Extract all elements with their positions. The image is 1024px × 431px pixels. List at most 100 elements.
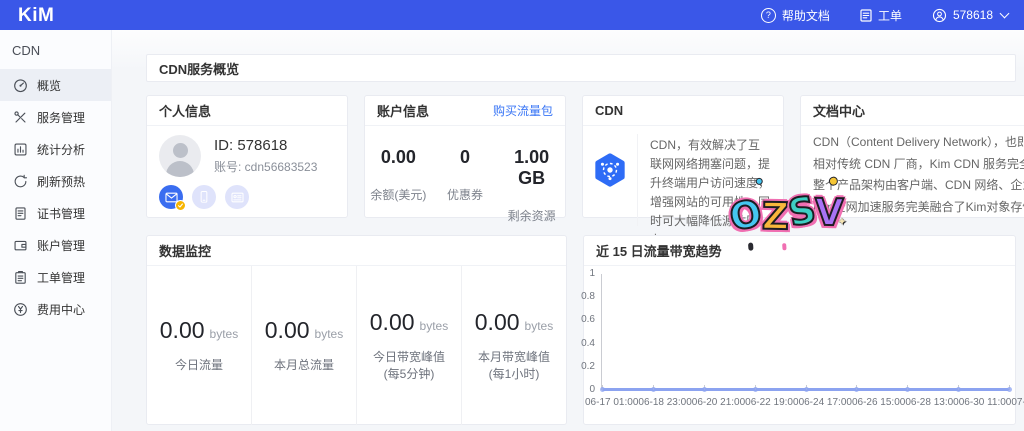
sidebar-section-title: CDN	[0, 30, 111, 69]
month-traffic-unit: bytes	[315, 327, 344, 341]
trend-chart-body: 00.20.40.60.81 06-17 01:0006-18 23:0006-…	[584, 266, 1015, 425]
data-point-marker	[600, 387, 605, 392]
x-tick-label: 06-22 19:00	[745, 397, 798, 408]
doc-link-item[interactable]: CDN（Content Delivery Network），也即内容分发...	[813, 132, 1024, 154]
user-menu[interactable]: 578618	[932, 8, 1008, 23]
cdn-description: CDN，有效解决了互联网网络拥塞问题，提升终端用户访问速度，增强网站的可用性，同…	[650, 136, 771, 250]
cdn-product-header: CDN	[583, 96, 783, 126]
personal-info-body: ID: 578618 账号: cdn56683523	[147, 126, 347, 209]
avatar	[159, 135, 201, 177]
y-tick-label: 0.2	[581, 362, 595, 372]
data-point-marker	[804, 387, 809, 392]
cdn-product-body: CDN，有效解决了互联网网络拥塞问题，提升终端用户访问速度，增强网站的可用性，同…	[583, 126, 783, 226]
sidebar-item-statistics[interactable]: 统计分析	[0, 133, 111, 165]
doc-link-item[interactable]: 整个产品架构由客户端、CDN 网络、企业源站，...	[813, 175, 1024, 197]
x-axis-labels: 06-17 01:0006-18 23:0006-20 21:0006-22 1…	[585, 397, 1015, 408]
phone-unverified-button[interactable]	[192, 185, 216, 209]
document-icon	[860, 9, 872, 22]
month-bandwidth-peak-sublabel: (每1小时)	[489, 366, 540, 383]
data-point-marker	[753, 387, 758, 392]
sidebar-item-service-mgmt[interactable]: 服务管理	[0, 101, 111, 133]
x-tick-label: 06-18 23:00	[638, 397, 691, 408]
tools-icon	[13, 110, 28, 125]
doc-link-item[interactable]: Kim全网加速服务完美融合了Kim对象存储和 CDN ...	[813, 197, 1024, 219]
account-info-title: 账户信息	[377, 101, 429, 120]
sidebar-item-label: 证书管理	[37, 205, 85, 222]
coupon-label: 优惠券	[432, 186, 499, 203]
doc-link-item[interactable]: 相对传统 CDN 厂商，Kim CDN 服务完全实现全自...	[813, 154, 1024, 176]
user-id-label: 578618	[953, 8, 993, 22]
sidebar-item-overview[interactable]: 概览	[0, 69, 111, 101]
bar-chart-icon	[13, 142, 28, 157]
chevron-down-icon	[1000, 9, 1010, 19]
sidebar-item-refresh-prewarm[interactable]: 刷新预热	[0, 165, 111, 197]
top-navbar: KiM ? 帮助文档 工单 578618	[0, 0, 1024, 30]
data-monitor-card: 数据监控 0.00 bytes 今日流量 0.00 bytes 本月总流	[146, 235, 567, 425]
sidebar-item-work-orders[interactable]: 工单管理	[0, 261, 111, 293]
x-tick-label: 07-02 09:00	[1011, 397, 1024, 408]
cdn-product-content: CDN，有效解决了互联网网络拥塞问题，提升终端用户访问速度，增强网站的可用性，同…	[637, 134, 783, 226]
user-icon	[932, 8, 947, 23]
sidebar-item-label: 账户管理	[37, 237, 85, 254]
account-info-card: 账户信息 购买流量包 0.00 余额(美元) 0 优惠券 1.00 GB 剩余资…	[364, 95, 566, 218]
data-point-marker	[854, 387, 859, 392]
help-docs-link[interactable]: ? 帮助文档	[761, 7, 830, 24]
sidebar-item-label: 服务管理	[37, 109, 85, 126]
data-monitor-body: 0.00 bytes 今日流量 0.00 bytes 本月总流量	[147, 266, 566, 425]
sidebar-item-account-mgmt[interactable]: 账户管理	[0, 229, 111, 261]
monitor-row: 数据监控 0.00 bytes 今日流量 0.00 bytes 本月总流	[146, 235, 1016, 425]
id-card-icon	[231, 192, 244, 203]
brand-logo[interactable]: KiM	[18, 6, 54, 25]
x-tick-label: 06-20 21:00	[692, 397, 745, 408]
data-point-marker	[905, 387, 910, 392]
gauge-icon	[13, 78, 28, 93]
user-id-text: ID: 578618	[214, 137, 317, 154]
sidebar-item-certificates[interactable]: 证书管理	[0, 197, 111, 229]
y-tick-label: 0	[589, 385, 595, 395]
wallet-icon	[13, 238, 28, 253]
docs-center-card: 文档中心 更多 CDN（Content Delivery Network），也即…	[800, 95, 1024, 218]
docs-center-body: CDN（Content Delivery Network），也即内容分发... …	[801, 126, 1024, 218]
refresh-icon	[13, 174, 28, 189]
page-title-bar: CDN服务概览	[146, 54, 1016, 82]
trend-chart-title: 近 15 日流量带宽趋势	[596, 241, 722, 260]
today-bandwidth-peak-unit: bytes	[420, 319, 449, 333]
currency-icon	[13, 302, 28, 317]
sidebar-item-label: 刷新预热	[37, 173, 85, 190]
account-info-body: 0.00 余额(美元) 0 优惠券 1.00 GB 剩余资源	[365, 126, 565, 224]
month-traffic-stat: 0.00 bytes 本月总流量	[251, 266, 356, 425]
data-point-marker	[702, 387, 707, 392]
x-tick-label: 06-30 11:00	[959, 397, 1012, 408]
sidebar: CDN 概览 服务管理 统计分析 刷新预热 证书管理	[0, 30, 112, 431]
remaining-resource-stat: 1.00 GB 剩余资源	[498, 147, 565, 224]
x-tick-label: 06-17 01:00	[585, 397, 638, 408]
coupon-stat: 0 优惠券	[432, 147, 499, 224]
phone-icon	[198, 190, 210, 204]
verified-badge-icon	[175, 200, 186, 211]
balance-stat: 0.00 余额(美元)	[365, 147, 432, 224]
email-verified-button[interactable]	[159, 185, 183, 209]
sidebar-item-billing-center[interactable]: 费用中心	[0, 293, 111, 325]
docs-center-title: 文档中心	[813, 101, 865, 120]
sidebar-item-label: 概览	[37, 77, 61, 94]
data-point-marker	[956, 387, 961, 392]
work-order-link[interactable]: 工单	[860, 7, 902, 24]
data-point-marker	[651, 387, 656, 392]
balance-value: 0.00	[365, 147, 432, 168]
today-traffic-stat: 0.00 bytes 今日流量	[147, 266, 251, 425]
sidebar-item-label: 费用中心	[37, 301, 85, 318]
buy-traffic-pack-link[interactable]: 购买流量包	[493, 102, 553, 119]
help-icon: ?	[761, 8, 776, 23]
cdn-icon-box	[583, 134, 637, 226]
identity-unverified-button[interactable]	[225, 185, 249, 209]
personal-info-title: 个人信息	[159, 101, 211, 120]
y-tick-label: 0.6	[581, 315, 595, 325]
today-traffic-unit: bytes	[210, 327, 239, 341]
month-bandwidth-peak-label: 本月带宽峰值	[478, 349, 550, 366]
trend-chart-header: 近 15 日流量带宽趋势	[584, 236, 1015, 266]
docs-center-header: 文档中心 更多	[801, 96, 1024, 126]
coupon-value: 0	[432, 147, 499, 168]
account-name-text: 账号: cdn56683523	[214, 158, 317, 175]
data-point-marker	[1007, 387, 1012, 392]
main-content: CDN服务概览 个人信息 ID: 578618 账号: cdn56683523	[112, 30, 1024, 431]
